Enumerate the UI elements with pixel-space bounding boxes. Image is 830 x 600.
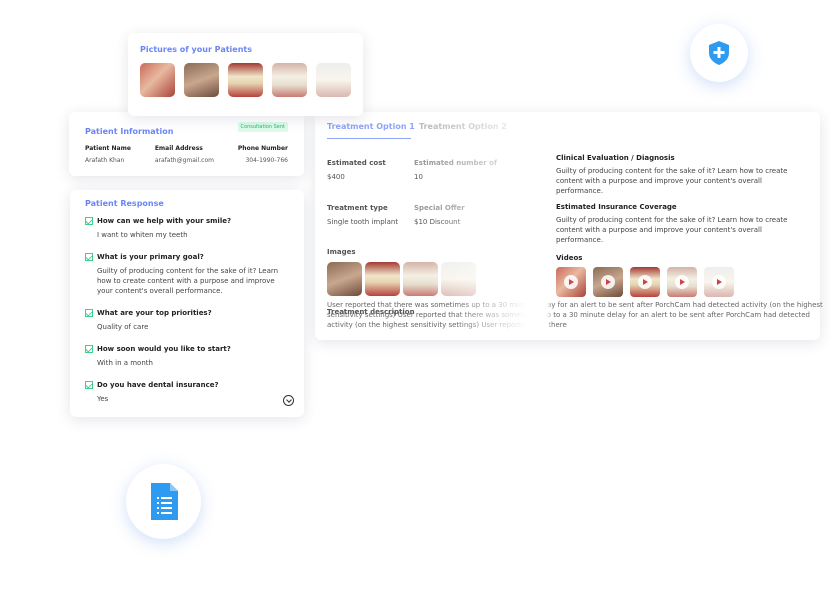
play-icon — [675, 275, 689, 289]
play-icon — [564, 275, 578, 289]
patient-picture[interactable] — [228, 63, 263, 97]
answer: Guilty of producing content for the sake… — [97, 267, 279, 295]
video-thumbnail[interactable] — [704, 267, 734, 297]
answer: Yes — [97, 395, 109, 403]
phone-label: Phone Number — [237, 145, 288, 152]
response-item: How soon would you like to start? With in… — [85, 345, 289, 368]
patient-info-title: Patient Information — [85, 127, 174, 136]
video-thumbnail[interactable] — [667, 267, 697, 297]
video-thumbnail[interactable] — [556, 267, 586, 297]
document-icon — [151, 483, 178, 520]
document-badge — [126, 464, 201, 539]
play-icon — [638, 275, 652, 289]
offer-value: $10 Discount — [414, 218, 461, 226]
phone-value: 304-1990-766 — [245, 157, 288, 164]
treatment-card: Treatment Option 1 Treatment Option 2 Es… — [315, 112, 823, 340]
images-label: Images — [327, 248, 356, 256]
cost-label: Estimated cost — [327, 159, 386, 167]
answer: Quality of care — [97, 323, 149, 331]
videos-label: Videos — [556, 254, 583, 262]
type-value: Single tooth implant — [327, 218, 399, 226]
treatment-image[interactable] — [365, 262, 400, 296]
video-thumbnail[interactable] — [630, 267, 660, 297]
play-icon — [712, 275, 726, 289]
checkbox-icon — [85, 253, 93, 261]
tab-treatment-option-1[interactable]: Treatment Option 1 — [327, 122, 415, 139]
question: What are your top priorities? — [97, 309, 212, 317]
patient-info-card: Patient Information Consultation Sent Pa… — [69, 112, 304, 176]
number-value: 10 — [414, 173, 423, 181]
number-label: Estimated number of — [414, 159, 498, 167]
tab-treatment-option-2[interactable]: Treatment Option 2 — [419, 122, 507, 139]
insurance-label: Estimated Insurance Coverage — [556, 203, 677, 211]
email-label: Email Address — [154, 145, 203, 152]
status-badge: Consultation Sent — [237, 122, 288, 132]
treatment-description: User reported that there was sometimes u… — [327, 301, 823, 329]
question: What is your primary goal? — [97, 253, 204, 261]
checkbox-icon — [85, 345, 93, 353]
patient-picture[interactable] — [316, 63, 351, 97]
insurance-text: Guilty of producing content for the sake… — [556, 216, 788, 244]
treatment-image[interactable] — [403, 262, 438, 296]
clinical-label: Clinical Evaluation / Diagnosis — [556, 154, 675, 162]
question: Do you have dental insurance? — [97, 381, 219, 389]
response-item: How can we help with your smile? I want t… — [85, 217, 289, 240]
shield-badge — [690, 24, 748, 82]
patient-picture[interactable] — [184, 63, 219, 97]
pictures-card: Pictures of your Patients — [128, 33, 363, 116]
question: How soon would you like to start? — [97, 345, 231, 353]
offer-label: Special Offer — [414, 204, 465, 212]
response-item: Do you have dental insurance? Yes — [85, 381, 289, 404]
answer: I want to whiten my teeth — [97, 231, 188, 239]
patient-name: Arafath Khan — [85, 157, 125, 164]
response-item: What are your top priorities? Quality of … — [85, 309, 289, 332]
video-thumbnail[interactable] — [593, 267, 623, 297]
patient-response-card: Patient Response How can we help with yo… — [70, 190, 304, 417]
answer: With in a month — [97, 359, 153, 367]
checkbox-icon — [85, 309, 93, 317]
clinical-text: Guilty of producing content for the sake… — [556, 167, 788, 195]
patient-picture[interactable] — [272, 63, 307, 97]
patient-picture[interactable] — [140, 63, 175, 97]
cost-value: $400 — [327, 173, 345, 181]
patient-response-title: Patient Response — [85, 199, 164, 208]
treatment-image[interactable] — [441, 262, 476, 296]
checkbox-icon — [85, 381, 93, 389]
chevron-down-icon[interactable] — [283, 395, 294, 406]
treatment-image[interactable] — [327, 262, 362, 296]
question: How can we help with your smile? — [97, 217, 232, 225]
shield-plus-icon — [709, 41, 729, 65]
pictures-title: Pictures of your Patients — [140, 45, 253, 54]
type-label: Treatment type — [327, 204, 388, 212]
response-item: What is your primary goal? Guilty of prod… — [85, 253, 289, 296]
email-value: arafath@gmail.com — [154, 157, 214, 164]
checkbox-icon — [85, 217, 93, 225]
play-icon — [601, 275, 615, 289]
patient-name-label: Patient Name — [85, 145, 131, 152]
